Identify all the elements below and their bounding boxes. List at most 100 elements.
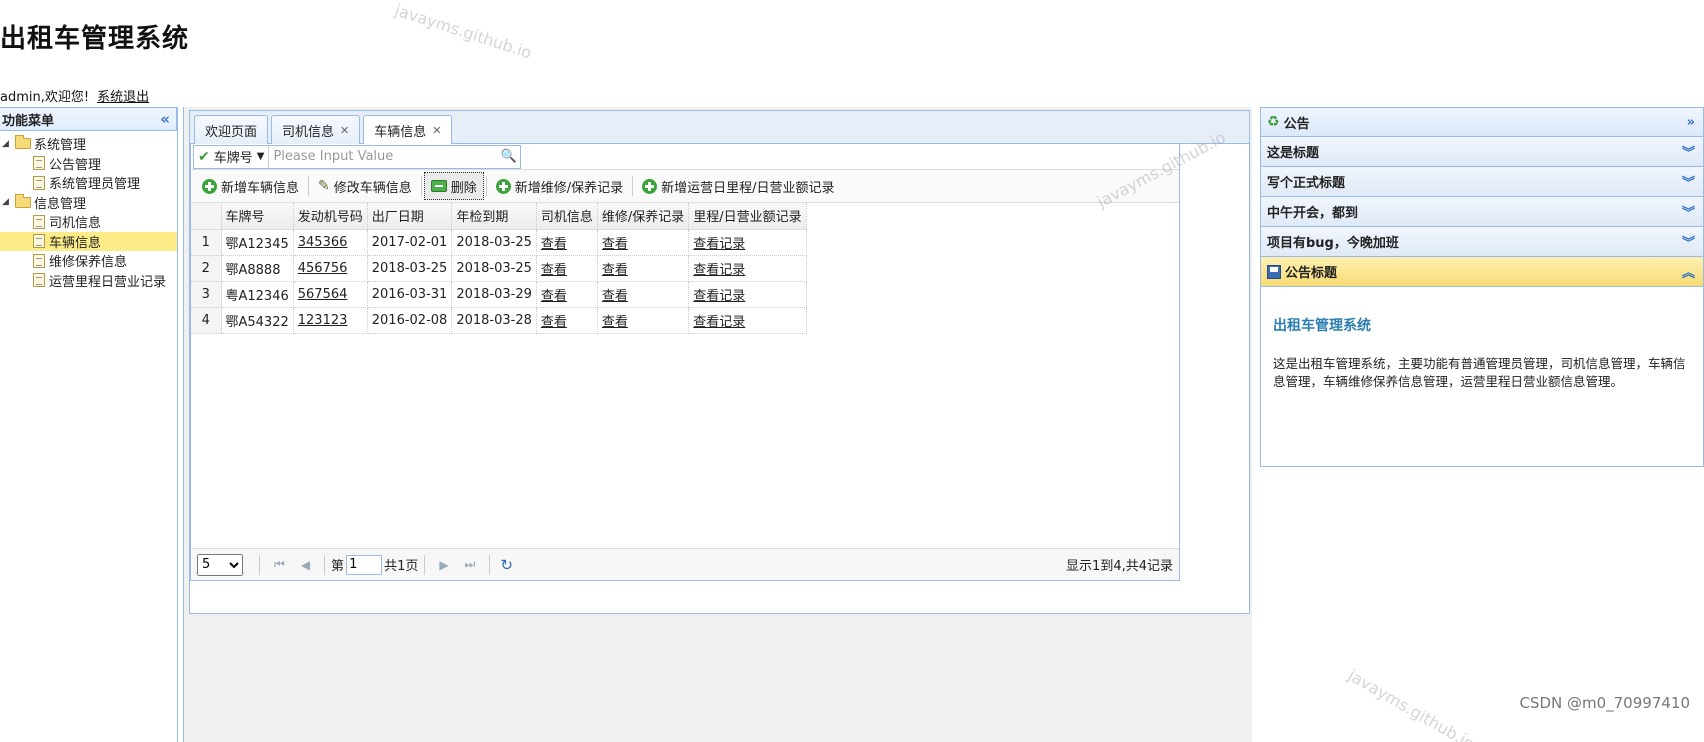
tree-node-label: 信息管理 — [34, 196, 87, 212]
last-page-icon[interactable]: ⏭ — [465, 557, 476, 572]
vehicle-grid-panel: ✔ 车牌号 ▼ 🔍 新增车辆信息 ✎ 修改车辆信息 — [190, 144, 1180, 581]
edit-vehicle-button[interactable]: ✎ 修改车辆信息 — [311, 172, 419, 200]
mileage-view-link[interactable]: 查看记录 — [693, 315, 745, 330]
close-icon[interactable]: ✕ — [432, 124, 441, 137]
column-header[interactable]: 里程/日营业额记录 — [688, 203, 807, 230]
logout-link[interactable]: 系统退出 — [97, 90, 149, 105]
file-icon — [33, 156, 45, 171]
engine-link[interactable]: 123123 — [298, 313, 348, 328]
plate-cell: 鄂A54322 — [221, 307, 294, 334]
recycle-icon: ♻ — [1267, 114, 1280, 130]
tree-expand-icon[interactable]: ◢ — [2, 139, 12, 149]
add-vehicle-button[interactable]: 新增车辆信息 — [195, 172, 306, 200]
maintenance-view-link[interactable]: 查看 — [602, 289, 628, 304]
search-field-label: 车牌号 — [213, 151, 253, 166]
table-row[interactable]: 2 鄂A8888 456756 2018-03-25 2018-03-25 查看… — [191, 255, 807, 282]
driver-view-link[interactable]: 查看 — [541, 263, 567, 278]
double-chevron-right-icon[interactable]: » — [1687, 115, 1695, 130]
double-chevron-left-icon[interactable]: « — [160, 110, 170, 128]
pager-separator — [324, 554, 326, 575]
notice-item-title: 公告标题 — [1285, 266, 1338, 281]
table-row[interactable]: 1 鄂A12345 345366 2017-02-01 2018-03-25 查… — [191, 229, 807, 256]
maintenance-view-link[interactable]: 查看 — [602, 315, 628, 330]
notice-item-title: 项目有bug，今晚加班 — [1267, 236, 1399, 251]
next-page-icon[interactable]: ▶ — [439, 558, 448, 572]
table-row[interactable]: 3 粤A12346 567564 2016-03-31 2018-03-29 查… — [191, 281, 807, 308]
tree-node-admin-manage[interactable]: 系统管理员管理 — [0, 173, 177, 193]
tab-driver-info[interactable]: 司机信息 ✕ — [271, 115, 361, 144]
engine-link[interactable]: 456756 — [298, 261, 348, 276]
tab-label: 车辆信息 — [374, 125, 427, 140]
page-size-select[interactable]: 5 — [197, 553, 243, 576]
tree-expand-icon[interactable]: ◢ — [2, 197, 12, 207]
file-icon — [33, 214, 45, 229]
add-mileage-button[interactable]: 新增运营日里程/日营业额记录 — [635, 172, 841, 200]
tab-label: 司机信息 — [282, 124, 335, 140]
pencil-icon: ✎ — [318, 178, 330, 194]
column-header[interactable]: 司机信息 — [536, 203, 598, 230]
add-maintenance-button[interactable]: 新增维修/保养记录 — [489, 172, 630, 200]
column-header[interactable]: 发动机号码 — [293, 203, 368, 230]
double-chevron-down-icon[interactable]: ︾ — [1682, 172, 1695, 191]
tree-node-vehicle-info[interactable]: 车辆信息 — [0, 231, 177, 251]
tree-node-maintenance-info[interactable]: 维修保养信息 — [0, 251, 177, 271]
notice-item[interactable]: 这是标题 ︾ — [1260, 137, 1704, 167]
center-area: 欢迎页面 司机信息 ✕ 车辆信息 ✕ ✔ 车牌号 ▼ Please Input … — [183, 107, 1252, 742]
button-label: 新增车辆信息 — [221, 180, 300, 196]
column-header[interactable]: 车牌号 — [221, 203, 294, 230]
double-chevron-down-icon[interactable]: ︾ — [1682, 142, 1695, 161]
row-number: 1 — [191, 229, 222, 256]
mileage-view-link[interactable]: 查看记录 — [693, 289, 745, 304]
double-chevron-down-icon[interactable]: ︾ — [1682, 202, 1695, 221]
mileage-view-link[interactable]: 查看记录 — [693, 263, 745, 278]
search-field-select[interactable]: ✔ 车牌号 ▼ — [194, 145, 270, 168]
engine-link[interactable]: 567564 — [298, 287, 348, 302]
tree-node-system[interactable]: ◢ 系统管理 — [0, 134, 177, 154]
notice-item-open[interactable]: 公告标题 ︽ — [1260, 257, 1704, 287]
driver-view-link[interactable]: 查看 — [541, 289, 567, 304]
close-icon[interactable]: ✕ — [340, 124, 349, 137]
add-icon — [495, 178, 511, 194]
page-total: 共1页 — [384, 559, 419, 574]
double-chevron-up-icon[interactable]: ︽ — [1682, 262, 1695, 281]
column-header[interactable]: 出厂日期 — [367, 203, 453, 230]
tab-welcome[interactable]: 欢迎页面 — [194, 115, 269, 144]
tree-node-mileage-records[interactable]: 运营里程日营业记录 — [0, 271, 177, 291]
tree-node-notice-manage[interactable]: 公告管理 — [0, 154, 177, 174]
tabs-container: 欢迎页面 司机信息 ✕ 车辆信息 ✕ ✔ 车牌号 ▼ Please Input … — [189, 110, 1250, 614]
search-icon[interactable]: 🔍 — [498, 149, 520, 164]
first-page-icon[interactable]: ⏮ — [274, 557, 285, 572]
mileage-view-link[interactable]: 查看记录 — [693, 237, 745, 252]
tab-vehicle-info[interactable]: 车辆信息 ✕ — [363, 115, 453, 145]
tree-node-driver-info[interactable]: 司机信息 — [0, 212, 177, 232]
double-chevron-down-icon[interactable]: ︾ — [1682, 232, 1695, 251]
prev-page-icon[interactable]: ◀ — [301, 558, 310, 572]
factory-date-cell: 2016-02-08 — [367, 307, 453, 334]
file-icon — [33, 234, 45, 249]
page-number-input[interactable] — [346, 554, 383, 575]
tree-node-label: 系统管理 — [34, 138, 87, 154]
save-icon — [1267, 264, 1281, 279]
rownum-header — [191, 203, 222, 230]
refresh-icon[interactable]: ↻ — [500, 556, 513, 574]
table-row[interactable]: 4 鄂A54322 123123 2016-02-08 2018-03-28 查… — [191, 307, 807, 334]
left-panel-title: 功能菜单 — [2, 113, 55, 129]
delete-button[interactable]: 删除 — [423, 172, 484, 200]
notice-item[interactable]: 中午开会，都到 ︾ — [1260, 197, 1704, 227]
driver-view-link[interactable]: 查看 — [541, 237, 567, 252]
folder-open-icon — [15, 193, 31, 208]
notice-item[interactable]: 项目有bug，今晚加班 ︾ — [1260, 227, 1704, 257]
add-icon — [642, 178, 658, 194]
button-label: 新增运营日里程/日营业额记录 — [661, 180, 835, 196]
maintenance-view-link[interactable]: 查看 — [602, 263, 628, 278]
tree-node-label: 车辆信息 — [49, 235, 102, 251]
column-header[interactable]: 年检到期 — [451, 203, 537, 230]
search-input[interactable] — [269, 145, 498, 168]
notice-item[interactable]: 写个正式标题 ︾ — [1260, 167, 1704, 197]
driver-view-link[interactable]: 查看 — [541, 315, 567, 330]
maintenance-view-link[interactable]: 查看 — [602, 237, 628, 252]
column-header[interactable]: 维修/保养记录 — [597, 203, 690, 230]
engine-link[interactable]: 345366 — [298, 235, 348, 250]
notice-content-text: 这是出租车管理系统，主要功能有普通管理员管理，司机信息管理，车辆信息管理，车辆维… — [1273, 356, 1686, 389]
tree-node-info[interactable]: ◢ 信息管理 — [0, 193, 177, 213]
